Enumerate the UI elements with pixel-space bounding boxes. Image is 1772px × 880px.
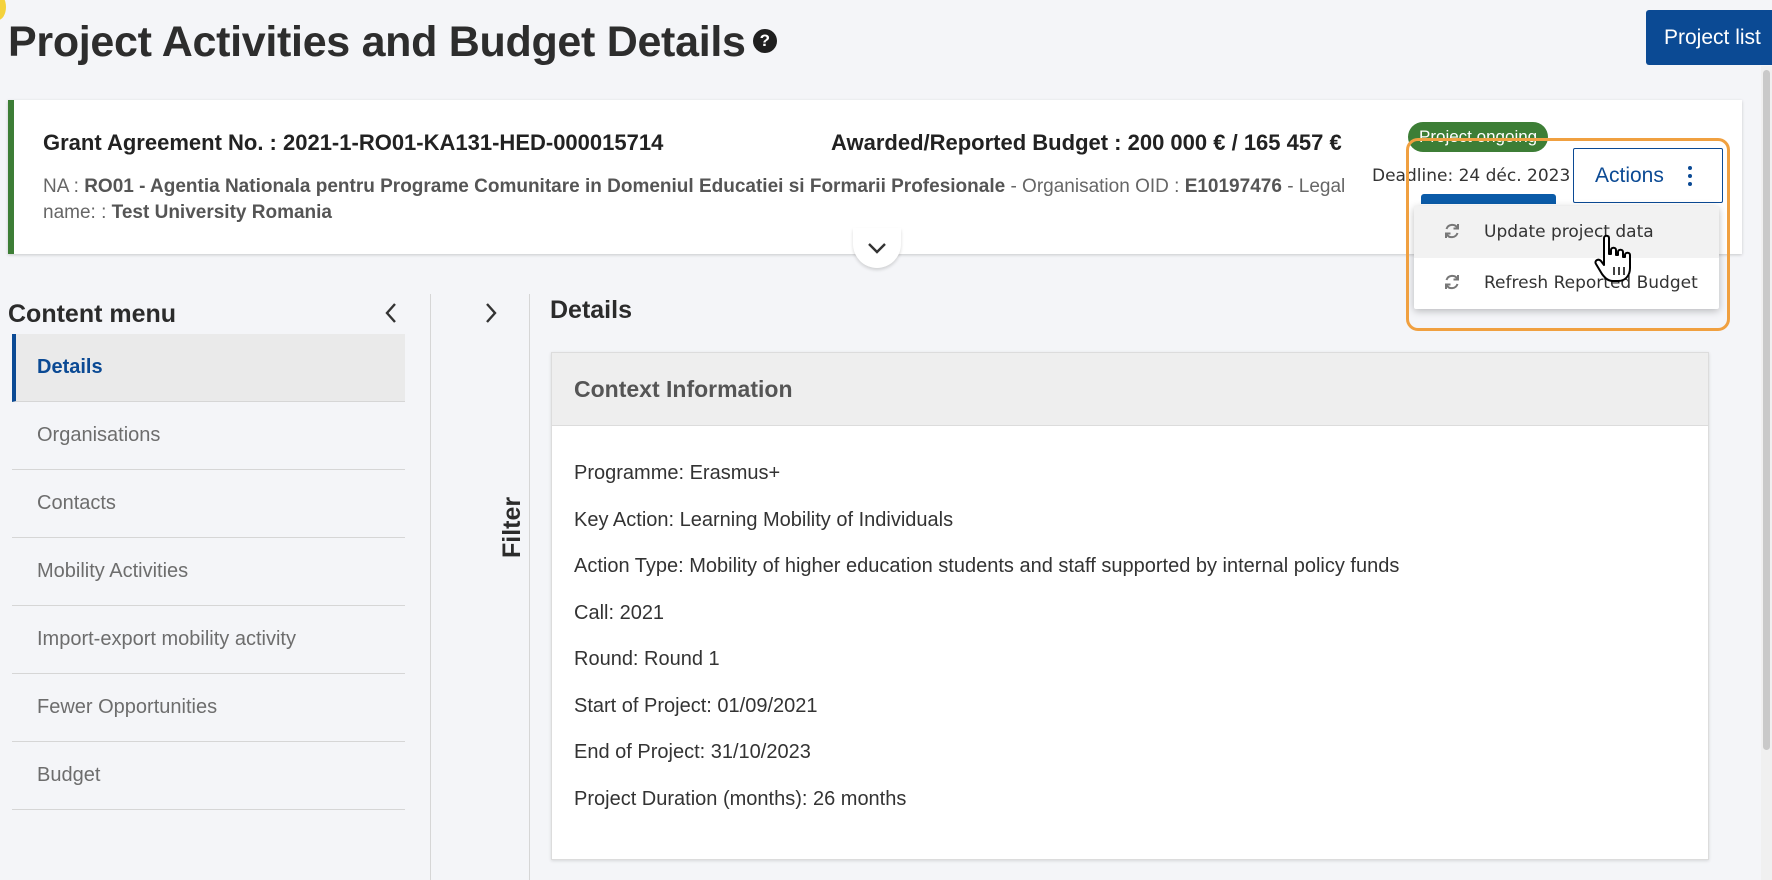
hand-pointer-cursor-icon <box>1594 234 1631 282</box>
menu-item-details[interactable]: Details <box>12 334 405 402</box>
filter-label: Filter <box>498 496 526 558</box>
na-prefix: NA : <box>43 176 79 197</box>
oid-value: E10197476 <box>1184 176 1282 197</box>
annotation-highlight-box <box>1406 138 1730 331</box>
content-menu: Content menu Details Organisations Conta… <box>0 294 410 880</box>
content-menu-title: Content menu <box>8 300 177 328</box>
chevron-right-icon[interactable] <box>484 302 498 324</box>
menu-item-contacts[interactable]: Contacts <box>12 470 405 538</box>
help-icon[interactable]: ? <box>752 28 777 53</box>
page-scrollbar-thumb[interactable] <box>1763 70 1770 750</box>
grant-agreement-number: Grant Agreement No. : 2021-1-RO01-KA131-… <box>43 130 664 155</box>
expand-card-button[interactable] <box>853 228 901 268</box>
details-section-title: Details <box>550 296 632 324</box>
menu-item-budget[interactable]: Budget <box>12 742 405 810</box>
menu-item-organisations[interactable]: Organisations <box>12 402 405 470</box>
project-duration-line: Project Duration (months): 26 months <box>574 787 907 810</box>
action-type-line: Action Type: Mobility of higher educatio… <box>574 555 1400 577</box>
key-action-line: Key Action: Learning Mobility of Individ… <box>574 508 954 531</box>
context-information-card: Context Information Programme: Erasmus+ … <box>551 352 1709 860</box>
chevron-left-icon[interactable] <box>384 302 398 324</box>
menu-item-fewer-opportunities[interactable]: Fewer Opportunities <box>12 674 405 742</box>
national-agency-info: NA : RO01 - Agentia Nationala pentru Pro… <box>43 174 1363 226</box>
legal-name-value: Test University Romania <box>111 202 332 223</box>
programme-line: Programme: Erasmus+ <box>574 462 781 484</box>
na-value: RO01 - Agentia Nationala pentru Programe… <box>84 176 1006 197</box>
call-line: Call: 2021 <box>574 601 665 624</box>
page-title: Project Activities and Budget Details ? <box>8 18 777 67</box>
oid-prefix: - Organisation OID : <box>1010 176 1180 197</box>
awarded-reported-budget: Awarded/Reported Budget : 200 000 € / 16… <box>831 130 1342 155</box>
context-information-header: Context Information <box>552 353 1708 426</box>
content-menu-list: Details Organisations Contacts Mobility … <box>12 334 405 810</box>
context-information-body: Programme: Erasmus+ Key Action: Learning… <box>552 426 1708 830</box>
round-line: Round: Round 1 <box>574 648 720 670</box>
end-of-project-line: End of Project: 31/10/2023 <box>574 741 811 763</box>
menu-item-mobility-activities[interactable]: Mobility Activities <box>12 538 405 606</box>
chevron-down-icon <box>868 243 886 254</box>
cursor-highlight-dot <box>0 0 6 20</box>
filter-panel <box>430 294 530 880</box>
menu-item-import-export[interactable]: Import-export mobility activity <box>12 606 405 674</box>
project-list-button[interactable]: Project list <box>1646 10 1772 65</box>
start-of-project-line: Start of Project: 01/09/2021 <box>574 694 818 717</box>
